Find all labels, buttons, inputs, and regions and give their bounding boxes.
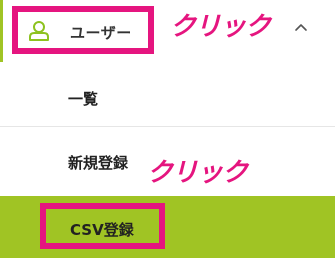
sidebar-item-new-registration[interactable]: 新規登録 [68, 152, 128, 173]
sidebar-item-label: CSV登録 [70, 221, 134, 239]
active-section-indicator [0, 0, 3, 62]
sidebar-section-users[interactable]: ユーザー [12, 6, 154, 54]
highlight-box: CSV登録 [40, 203, 165, 249]
user-icon [29, 21, 49, 41]
sidebar-item-csv-registration[interactable]: CSV登録 [0, 196, 335, 258]
click-annotation: クリック [170, 12, 271, 42]
chevron-up-icon[interactable] [293, 21, 309, 33]
sidebar-item-list[interactable]: 一覧 [68, 88, 98, 109]
sidebar-section-label: ユーザー [70, 24, 132, 42]
sidebar-menu-screenshot: ユーザー クリック 一覧 新規登録 クリック CSV登録 [0, 0, 335, 258]
menu-divider [0, 126, 335, 127]
click-annotation: クリック [147, 158, 248, 188]
